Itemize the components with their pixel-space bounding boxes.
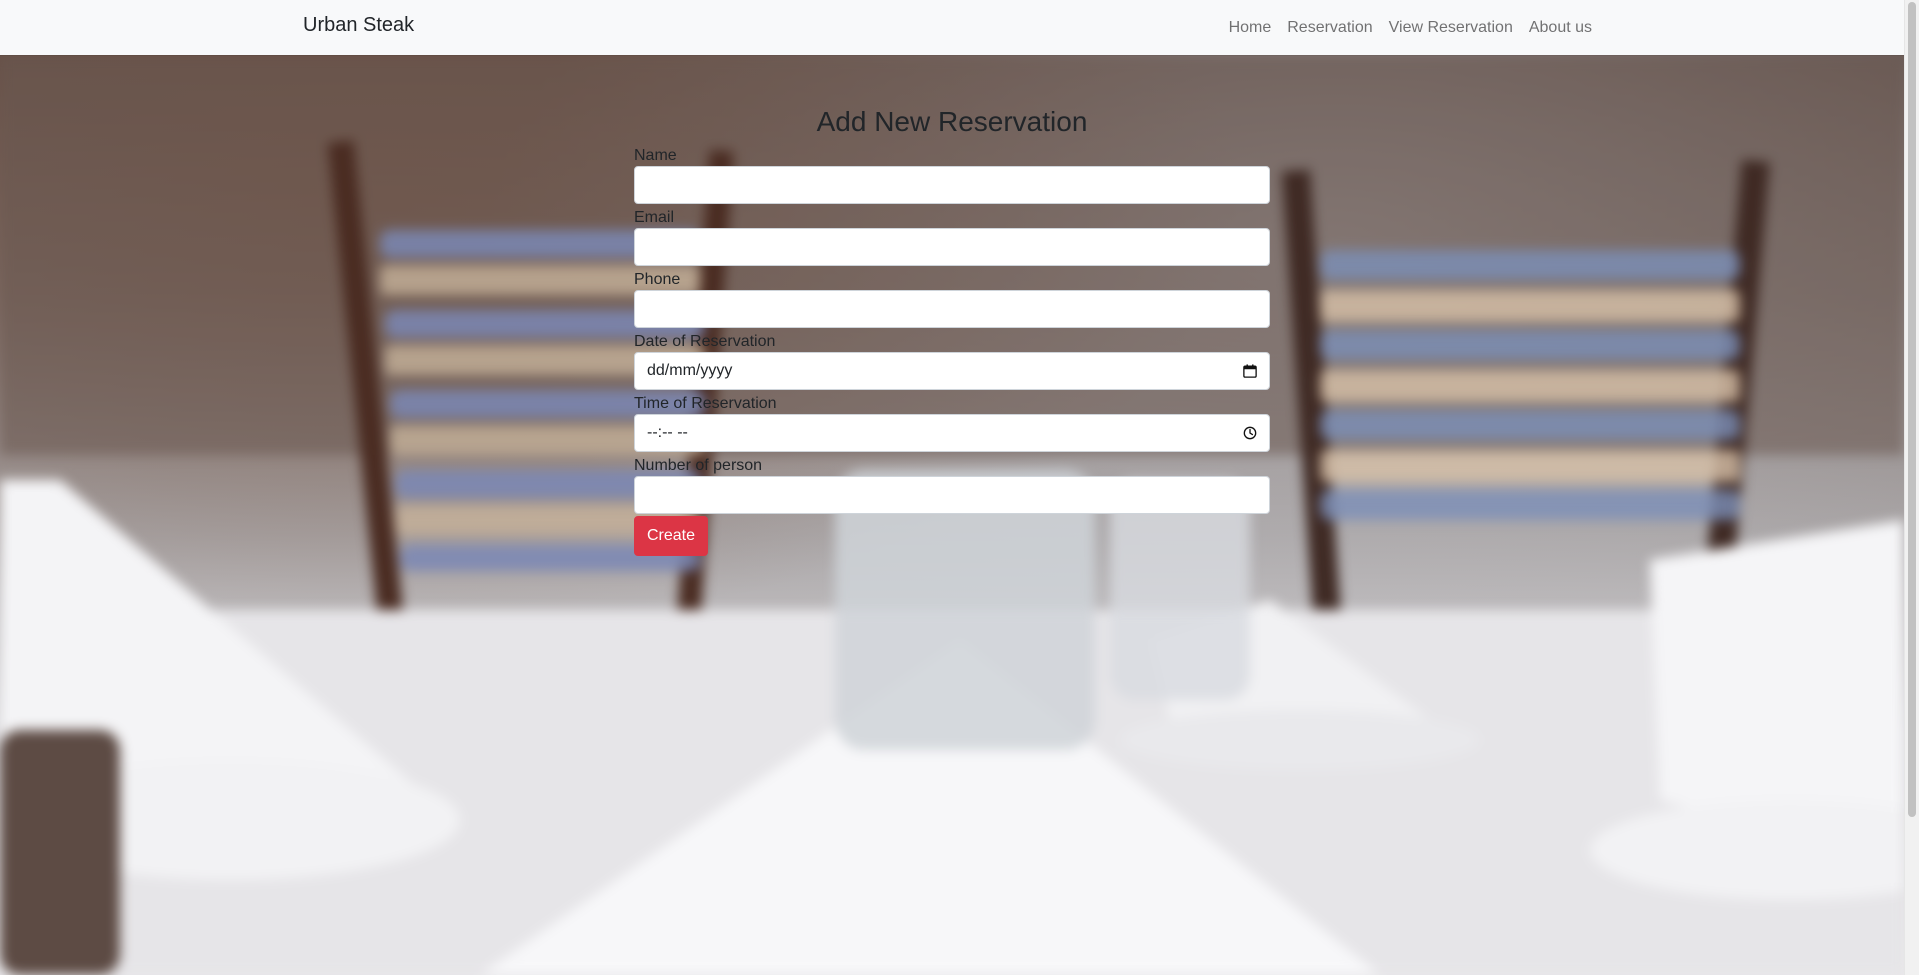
time-input[interactable]: --:-- -- xyxy=(634,414,1270,452)
scrollbar-thumb[interactable] xyxy=(1908,2,1916,817)
persons-label: Number of person xyxy=(634,457,763,474)
time-placeholder: --:-- -- xyxy=(647,424,688,441)
scrollbar[interactable] xyxy=(1904,0,1919,975)
brand-link[interactable]: Urban Steak xyxy=(303,14,414,37)
page: Urban Steak Home Reservation View Reserv… xyxy=(0,0,1919,975)
clock-icon[interactable] xyxy=(1243,426,1257,440)
navbar: Urban Steak Home Reservation View Reserv… xyxy=(0,0,1904,55)
email-input[interactable] xyxy=(634,228,1270,266)
page-title: Add New Reservation xyxy=(816,106,1088,137)
name-label: Name xyxy=(634,147,677,164)
reservation-form: Add New Reservation Name Email Phone Dat… xyxy=(634,100,1270,556)
nav-links: Home Reservation View Reservation About … xyxy=(1221,0,1592,55)
nav-link-view-reservation[interactable]: View Reservation xyxy=(1381,19,1521,37)
date-placeholder: dd/mm/yyyy xyxy=(647,362,733,379)
nav-link-reservation[interactable]: Reservation xyxy=(1279,19,1380,37)
date-input[interactable]: dd/mm/yyyy xyxy=(634,352,1270,390)
name-input[interactable] xyxy=(634,166,1270,204)
date-label: Date of Reservation xyxy=(634,333,776,350)
calendar-icon[interactable] xyxy=(1243,364,1257,378)
nav-link-about-us[interactable]: About us xyxy=(1521,19,1592,37)
email-label: Email xyxy=(634,209,675,226)
phone-input[interactable] xyxy=(634,290,1270,328)
nav-link-home[interactable]: Home xyxy=(1221,19,1280,37)
create-button[interactable]: Create xyxy=(634,516,709,556)
time-label: Time of Reservation xyxy=(634,395,777,412)
phone-label: Phone xyxy=(634,271,681,288)
persons-input[interactable] xyxy=(634,476,1270,514)
